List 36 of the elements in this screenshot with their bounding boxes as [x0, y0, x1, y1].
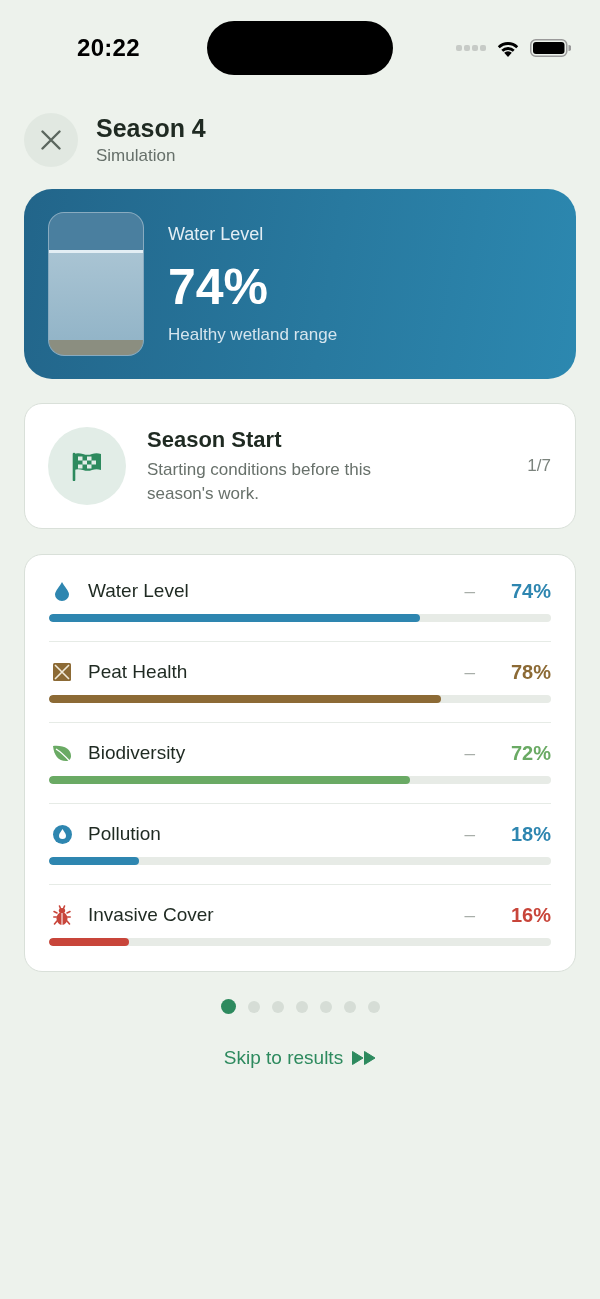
crossed-square-icon — [53, 663, 71, 681]
metric-value: 16% — [509, 903, 551, 927]
metric-value: 18% — [509, 822, 551, 846]
metric-name: Biodiversity — [88, 742, 186, 764]
hero-value: 74% — [168, 258, 270, 316]
screen-title: Season 4 — [96, 113, 206, 143]
metric-value: 74% — [509, 579, 551, 603]
metric-change: – — [464, 742, 475, 764]
metric-change: – — [464, 823, 475, 845]
hero-caption: Healthy wetland range — [168, 325, 338, 345]
drop-circle-icon — [52, 824, 72, 844]
metric-value: 78% — [509, 660, 551, 684]
signal-dots-icon — [456, 45, 486, 51]
page-dot[interactable] — [220, 999, 236, 1014]
event-title: Season Start — [147, 426, 283, 453]
screen-subtitle: Simulation — [96, 145, 177, 167]
leaf-icon — [52, 744, 72, 762]
metric-name: Invasive Cover — [88, 904, 214, 926]
metric-change: – — [464, 580, 475, 602]
metric-change: – — [464, 661, 475, 683]
metric-name: Peat Health — [88, 661, 188, 683]
metric-value: 72% — [509, 741, 551, 765]
status-time: 20:22 — [77, 34, 141, 62]
step-counter: 1/7 — [527, 456, 551, 476]
metric-change: – — [464, 904, 475, 926]
event-description: Starting conditions before this season's work. — [147, 458, 372, 505]
bug-icon — [53, 904, 71, 926]
close-icon — [41, 130, 61, 150]
hero-label: Water Level — [168, 223, 265, 245]
drop-icon — [55, 581, 69, 601]
metric-name: Water Level — [88, 580, 189, 602]
fast-forward-icon — [352, 1051, 377, 1065]
metric-name: Pollution — [88, 823, 161, 845]
skip-link[interactable]: Skip to results — [223, 1046, 377, 1070]
battery-icon — [530, 39, 571, 57]
wifi-icon — [496, 39, 520, 57]
